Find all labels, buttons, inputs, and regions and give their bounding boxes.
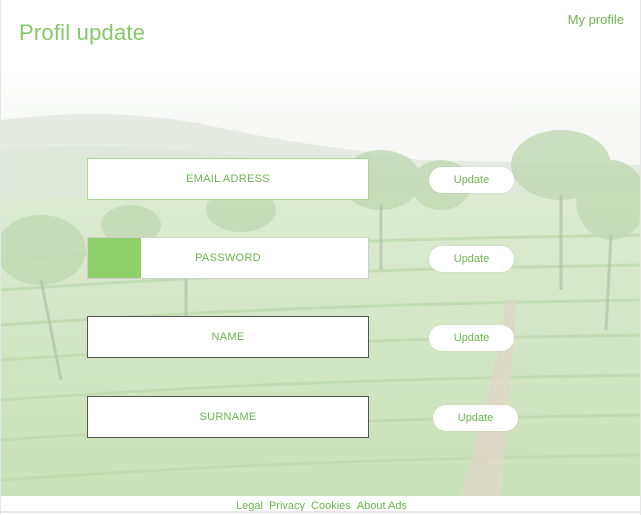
footer-link-privacy[interactable]: Privacy bbox=[269, 500, 305, 512]
name-field[interactable]: NAME bbox=[87, 316, 369, 358]
page-title: Profil update bbox=[19, 20, 146, 45]
footer-divider bbox=[1, 511, 640, 513]
footer-link-legal[interactable]: Legal bbox=[236, 500, 263, 512]
update-password-button[interactable]: Update bbox=[429, 246, 514, 272]
header-fade bbox=[1, 0, 640, 120]
surname-field[interactable]: SURNAME bbox=[87, 396, 369, 438]
password-field[interactable]: PASSWORD bbox=[87, 237, 369, 279]
footer-link-cookies[interactable]: Cookies bbox=[311, 500, 351, 512]
update-email-button[interactable]: Update bbox=[429, 167, 514, 193]
update-surname-button[interactable]: Update bbox=[433, 405, 518, 431]
email-field[interactable]: EMAIL ADRESS bbox=[87, 158, 369, 200]
my-profile-link[interactable]: My profile bbox=[568, 12, 624, 27]
update-name-button[interactable]: Update bbox=[429, 325, 514, 351]
email-placeholder: EMAIL ADRESS bbox=[186, 173, 270, 185]
password-placeholder: PASSWORD bbox=[195, 252, 261, 264]
footer-link-about-ads[interactable]: About Ads bbox=[357, 500, 407, 512]
name-placeholder: NAME bbox=[211, 331, 245, 343]
surname-placeholder: SURNAME bbox=[199, 411, 257, 423]
profile-update-page: Profil update My profile EMAIL ADRESS Up… bbox=[0, 0, 641, 515]
